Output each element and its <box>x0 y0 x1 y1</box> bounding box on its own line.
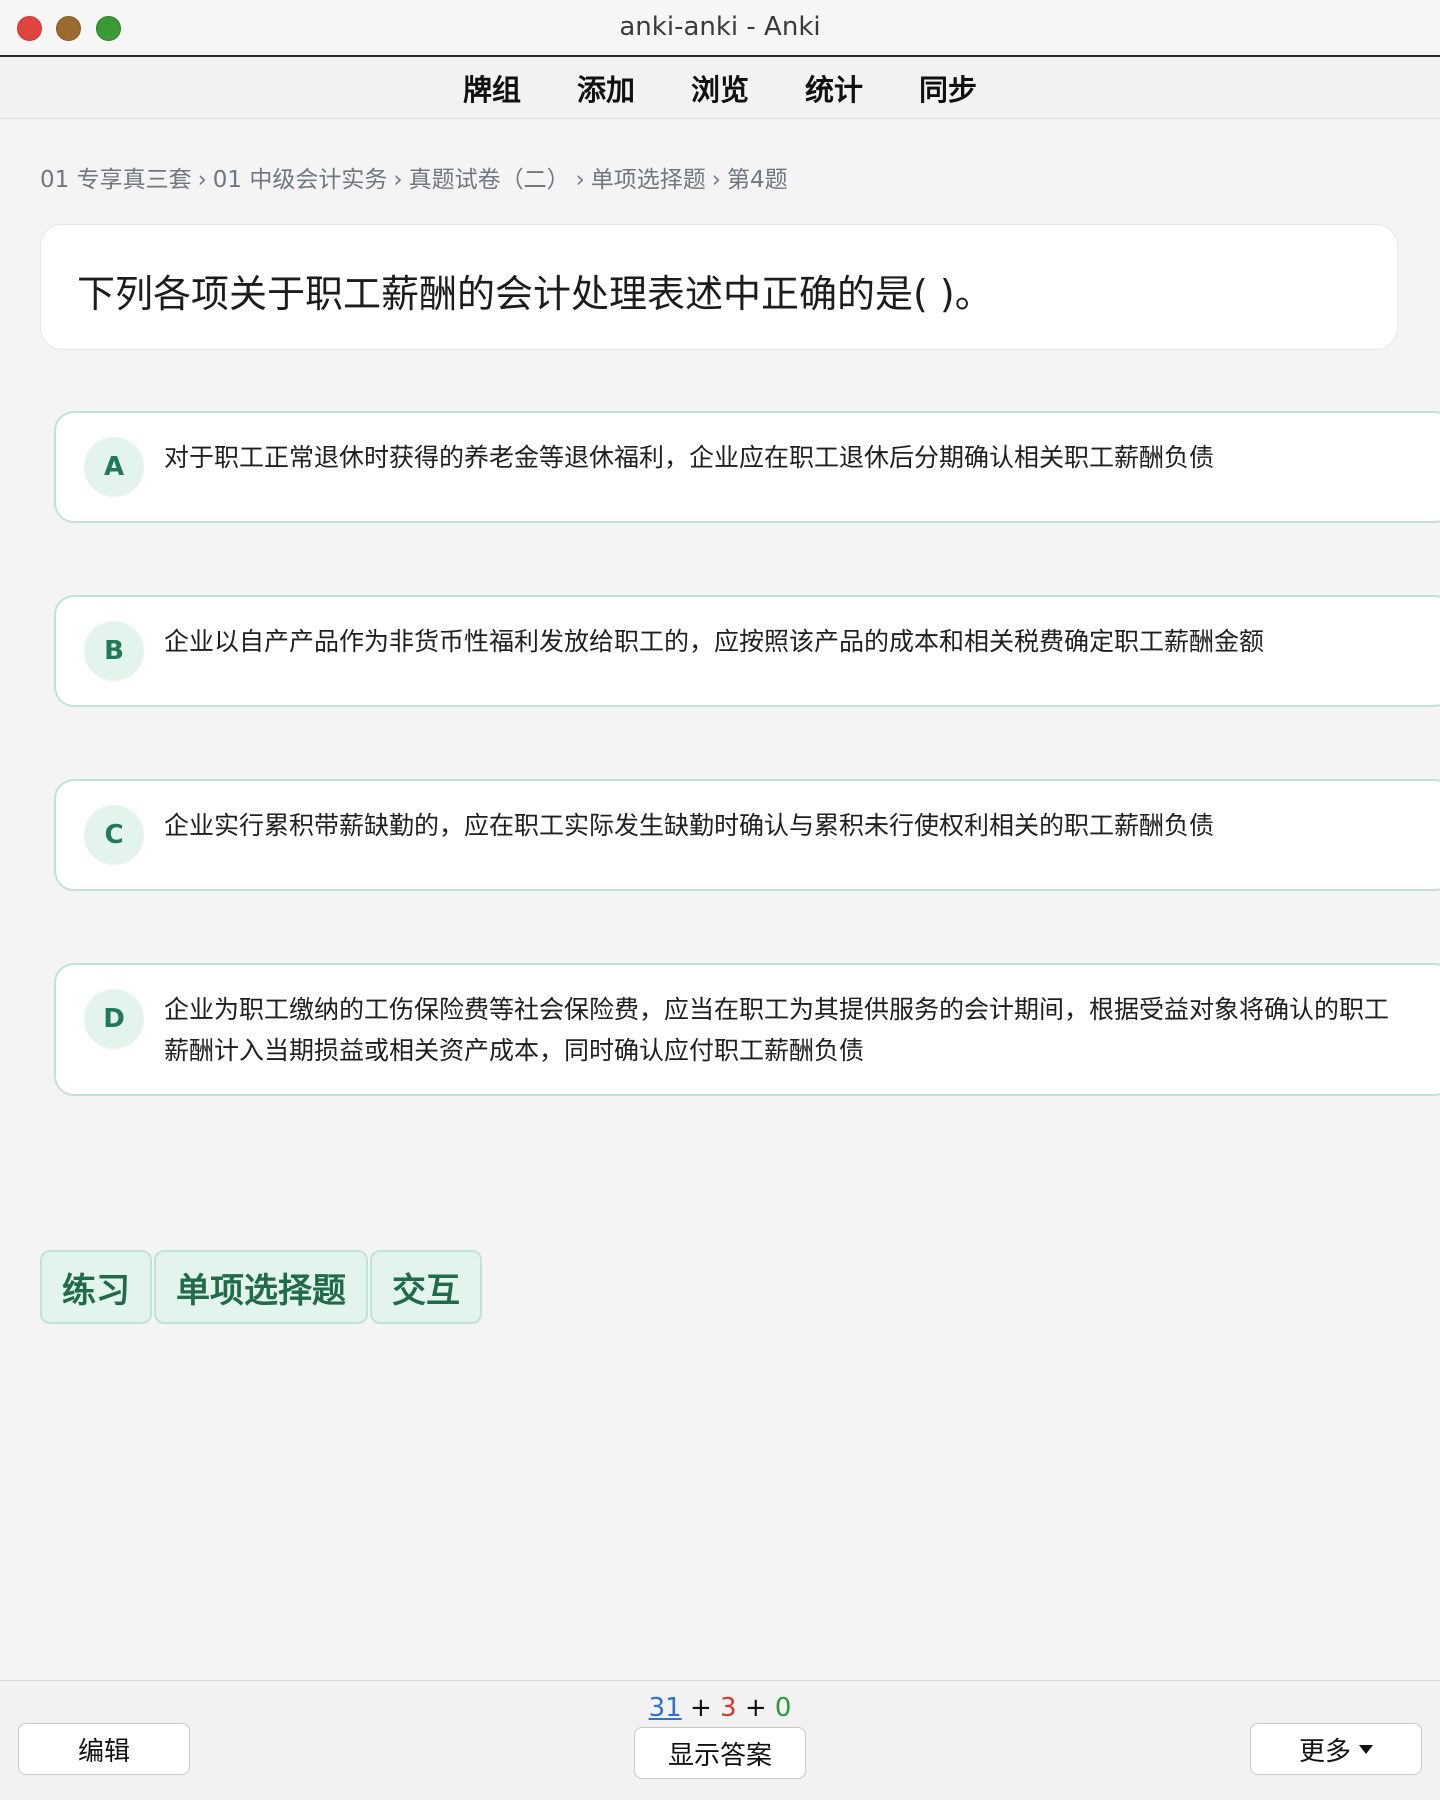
count-plus: + <box>744 1693 767 1723</box>
top-menu: 牌组 添加 浏览 统计 同步 <box>0 57 1440 119</box>
option-text-line-2: 薪酬计入当期损益或相关资产成本，同时确认应付职工薪酬负债 <box>164 1036 865 1065</box>
option-letter-badge: B <box>84 621 144 681</box>
menu-stats[interactable]: 统计 <box>805 63 863 113</box>
breadcrumb-item: 第4题 <box>726 167 788 193</box>
breadcrumb-separator: › <box>575 167 585 193</box>
edit-button[interactable]: 编辑 <box>18 1723 190 1775</box>
breadcrumb-separator: › <box>393 167 403 193</box>
option-text: 企业以自产产品作为非货币性福利发放给职工的，应按照该产品的成本和相关税费确定职工… <box>164 627 1265 656</box>
more-button-label: 更多 <box>1298 1736 1351 1767</box>
menu-decks[interactable]: 牌组 <box>463 63 521 113</box>
option-b[interactable]: B 企业以自产产品作为非货币性福利发放给职工的，应按照该产品的成本和相关税费确定… <box>54 595 1440 707</box>
review-count: 0 <box>774 1693 792 1723</box>
due-counts: 31 + 3 + 0 <box>0 1693 1440 1723</box>
breadcrumb-item: 01 专享真三套 <box>40 167 192 193</box>
option-letter-badge: A <box>84 437 144 497</box>
show-answer-button[interactable]: 显示答案 <box>634 1727 806 1779</box>
option-c[interactable]: C 企业实行累积带薪缺勤的，应在职工实际发生缺勤时确认与累积未行使权利相关的职工… <box>54 779 1440 891</box>
breadcrumb: 01 专享真三套 › 01 中级会计实务 › 真题试卷（二） › 单项选择题 › 第4题 <box>40 160 788 194</box>
tag-list: 练习 单项选择题 交互 <box>40 1250 484 1324</box>
option-text: 对于职工正常退休时获得的养老金等退休福利，企业应在职工退休后分期确认相关职工薪酬… <box>164 443 1215 472</box>
question-text: 下列各项关于职工薪酬的会计处理表述中正确的是( )。 <box>77 272 993 316</box>
option-letter-badge: C <box>84 805 144 865</box>
title-bar: anki-anki - Anki <box>0 0 1440 57</box>
option-text-line-1: 企业为职工缴纳的工伤保险费等社会保险费，应当在职工为其提供服务的会计期间，根据受… <box>164 995 1390 1024</box>
menu-add[interactable]: 添加 <box>577 63 635 113</box>
option-text: 企业实行累积带薪缺勤的，应在职工实际发生缺勤时确认与累积未行使权利相关的职工薪酬… <box>164 811 1215 840</box>
breadcrumb-separator: › <box>711 167 721 193</box>
caret-down-icon <box>1359 1744 1373 1754</box>
breadcrumb-item: 单项选择题 <box>590 167 706 193</box>
learn-count: 3 <box>720 1693 737 1723</box>
tag-single-choice[interactable]: 单项选择题 <box>154 1250 368 1324</box>
show-answer-label: 显示答案 <box>667 1740 772 1771</box>
tag-interactive[interactable]: 交互 <box>370 1250 482 1324</box>
bottom-bar: 31 + 3 + 0 编辑 显示答案 更多 <box>0 1680 1440 1800</box>
menu-sync[interactable]: 同步 <box>919 63 977 113</box>
more-button[interactable]: 更多 <box>1250 1723 1422 1775</box>
menu-browse[interactable]: 浏览 <box>691 63 749 113</box>
breadcrumb-item: 01 中级会计实务 <box>212 167 388 193</box>
anki-window: anki-anki - Anki 牌组 添加 浏览 统计 同步 01 专享真三套… <box>0 0 1440 1800</box>
question-card: 下列各项关于职工薪酬的会计处理表述中正确的是( )。 <box>40 224 1398 350</box>
breadcrumb-separator: › <box>197 167 207 193</box>
count-plus: + <box>689 1693 712 1723</box>
breadcrumb-item: 真题试卷（二） <box>408 167 570 193</box>
tag-practice[interactable]: 练习 <box>40 1250 152 1324</box>
option-letter-badge: D <box>84 989 144 1049</box>
edit-button-label: 编辑 <box>77 1736 130 1767</box>
new-count[interactable]: 31 <box>649 1693 682 1723</box>
option-d[interactable]: D 企业为职工缴纳的工伤保险费等社会保险费，应当在职工为其提供服务的会计期间，根… <box>54 963 1440 1096</box>
window-title: anki-anki - Anki <box>619 12 821 42</box>
option-a[interactable]: A 对于职工正常退休时获得的养老金等退休福利，企业应在职工退休后分期确认相关职工… <box>54 411 1440 523</box>
